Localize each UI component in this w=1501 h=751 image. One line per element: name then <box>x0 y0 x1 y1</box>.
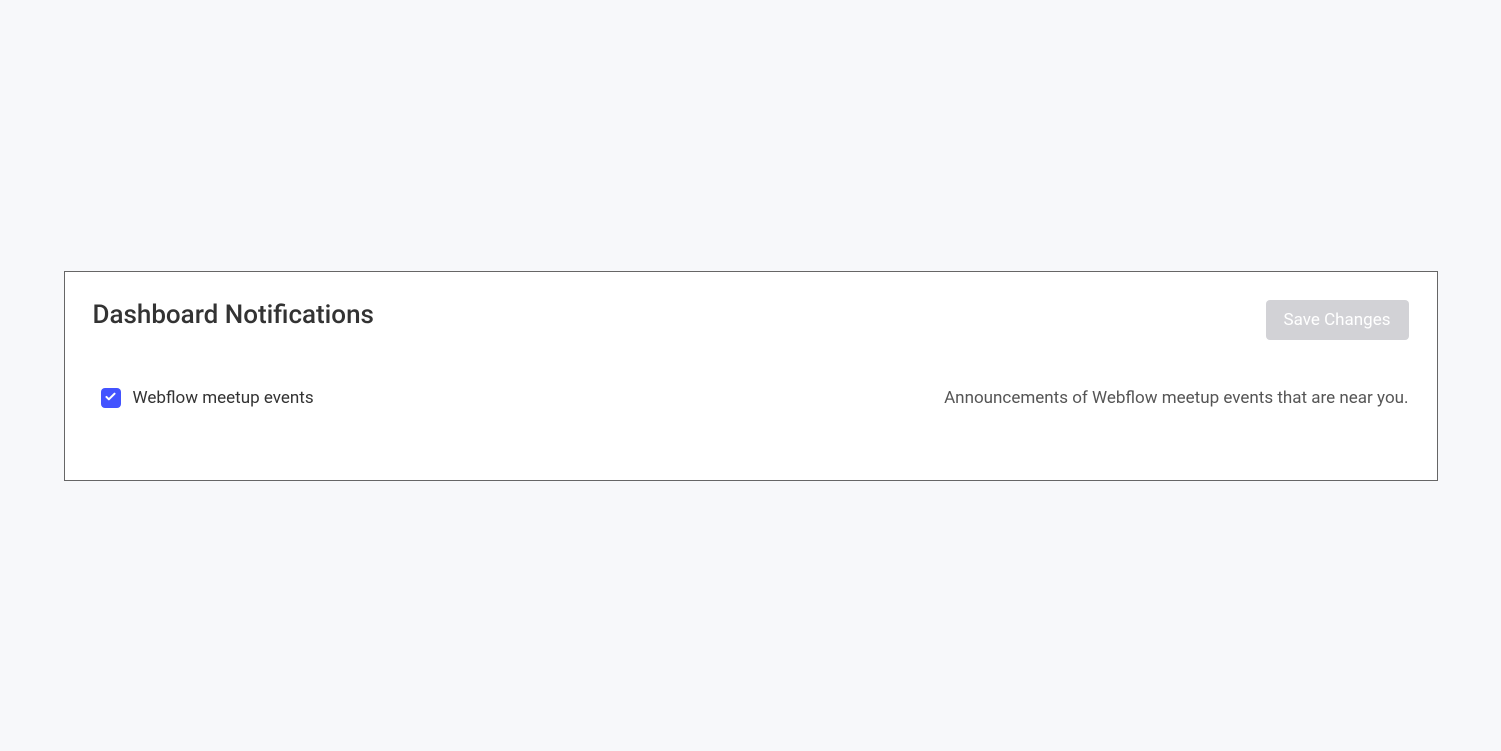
meetup-events-checkbox[interactable] <box>101 388 121 408</box>
save-changes-button[interactable]: Save Changes <box>1266 300 1409 340</box>
notifications-card: Dashboard Notifications Save Changes Web… <box>64 271 1438 481</box>
check-icon <box>104 388 117 407</box>
notification-left: Webflow meetup events <box>101 388 314 408</box>
notification-description: Announcements of Webflow meetup events t… <box>944 388 1408 408</box>
notification-label: Webflow meetup events <box>133 388 314 408</box>
card-header: Dashboard Notifications Save Changes <box>93 300 1409 340</box>
notification-row: Webflow meetup events Announcements of W… <box>93 388 1409 408</box>
card-title: Dashboard Notifications <box>93 300 374 330</box>
